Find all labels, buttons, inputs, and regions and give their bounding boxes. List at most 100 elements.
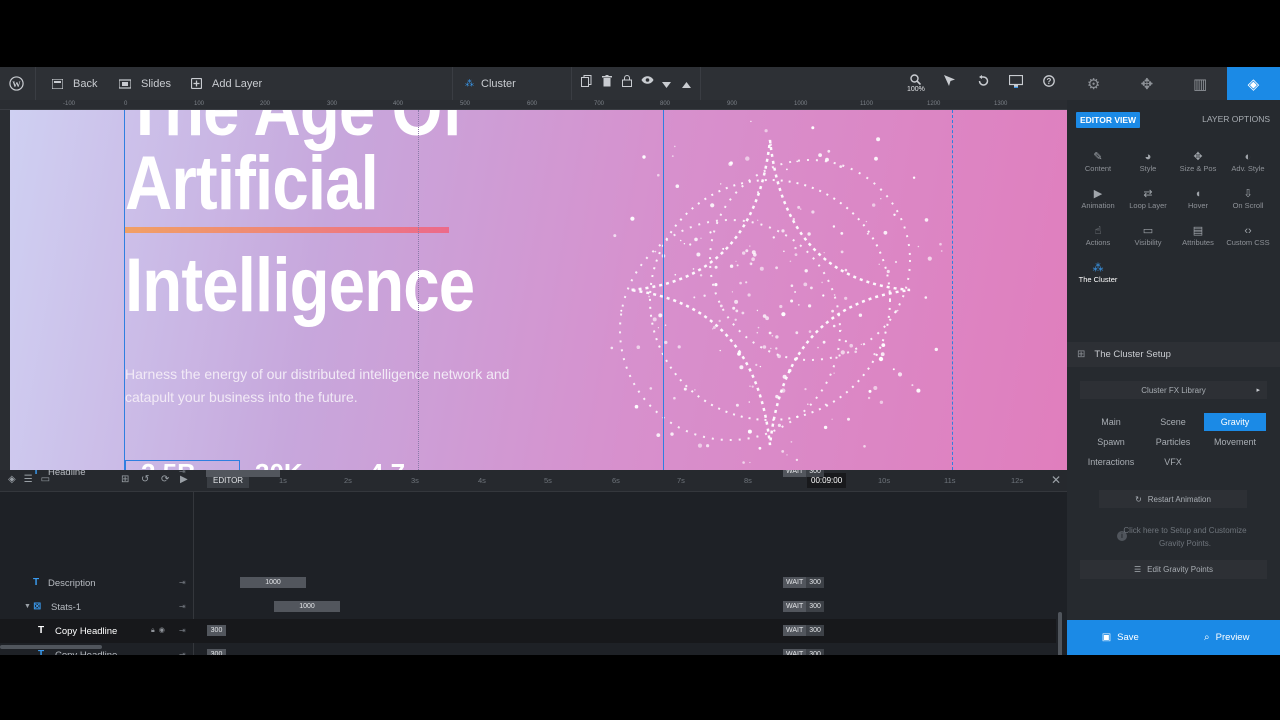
option-content[interactable]: ✎ Content — [1073, 150, 1123, 177]
chevron-down-icon[interactable]: ▼ — [24, 603, 31, 610]
duplicate-icon[interactable] — [581, 75, 597, 91]
visibility-eye-icon[interactable] — [641, 75, 657, 91]
preview-button[interactable]: ⌕ Preview — [1174, 620, 1280, 655]
slides-button[interactable]: Slides — [119, 67, 171, 100]
gravity-setup-hint[interactable]: Click here to Setup and Customize Gravit… — [1115, 524, 1255, 550]
ruler-label: 0 — [124, 101, 128, 107]
panel-header: EDITOR VIEW LAYER OPTIONS — [1067, 100, 1280, 138]
right-panel-tabs: ⚙ ✥ ▥ ◈ — [1067, 67, 1280, 100]
wait-bar[interactable]: WAIT 300 — [783, 601, 824, 612]
sub-tab-gravity[interactable]: Gravity — [1204, 413, 1266, 431]
wait-bar[interactable]: WAIT 300 — [783, 577, 824, 588]
restart-animation-button[interactable]: ↻ Restart Animation — [1099, 490, 1247, 508]
option-the-cluster[interactable]: ⁂ The Cluster — [1073, 261, 1123, 288]
jump-to-icon[interactable]: ⇥ — [179, 626, 186, 635]
ruler-label: 400 — [393, 101, 404, 107]
timeline-row[interactable]: T Description ⇥ 1000 WAIT 300 — [0, 571, 1056, 595]
option-actions[interactable]: ☝ Actions — [1073, 224, 1123, 251]
zoom-icon — [910, 74, 922, 85]
guide-line-grid-edge — [952, 110, 953, 470]
cluster-fx-library-button[interactable]: Cluster FX Library ▸ — [1080, 381, 1267, 399]
tab-navigation[interactable]: ✥ — [1120, 67, 1173, 100]
cluster-icon: ⁂ — [465, 78, 474, 88]
wordpress-logo-icon[interactable]: W — [9, 67, 24, 100]
timeline-panel: ◈ ☰ ▭ ⊞ ↺ ⟳ ▶ EDITOR 1s 2s 3s 4s 5s 6s 7s 8s 10s… — [0, 470, 1067, 655]
timeline-row[interactable]: T Copy Headline 🔒︎◉ ⇥ 300 WAIT 300 — [0, 619, 1056, 643]
sub-tab-scene[interactable]: Scene — [1142, 413, 1204, 431]
scroll-icon: ⇩ — [1243, 188, 1253, 200]
lock-icon[interactable] — [622, 75, 638, 91]
layer-name: Description — [48, 578, 96, 589]
sub-tab-movement[interactable]: Movement — [1204, 433, 1266, 451]
headline-line-2[interactable]: Artificial — [125, 146, 379, 222]
jump-to-icon[interactable]: ⇥ — [179, 650, 186, 655]
layer-name: Copy Headline — [55, 626, 118, 637]
option-grid: ✎ Content ◕ Style ✥ Size & Pos ◐ Adv. Style ▶ Ani… — [1073, 150, 1273, 288]
timeline-row[interactable]: T Copy Headline ⇥ 300 WAIT300 — [0, 643, 1056, 655]
animation-bar[interactable]: 1000 — [274, 601, 340, 612]
add-layer-button[interactable]: Add Layer — [191, 67, 262, 100]
desktop-device-icon[interactable] — [1008, 74, 1025, 91]
sub-tab-interactions[interactable]: Interactions — [1080, 453, 1142, 471]
option-size-pos[interactable]: ✥ Size & Pos — [1173, 150, 1223, 177]
sub-tab-vfx[interactable]: VFX — [1142, 453, 1204, 471]
sub-tab-main[interactable]: Main — [1080, 413, 1142, 431]
jump-to-icon[interactable]: ⇥ — [179, 578, 186, 587]
option-loop-layer[interactable]: ⇄ Loop Layer — [1123, 187, 1173, 214]
option-style[interactable]: ◕ Style — [1123, 150, 1173, 177]
grid-icon: ⊞ — [1077, 349, 1086, 360]
option-attributes[interactable]: ▤ Attributes — [1173, 224, 1223, 251]
cluster-setup-header[interactable]: ⊞ The Cluster Setup — [1067, 342, 1280, 367]
play-icon: ▶ — [1093, 188, 1103, 200]
ruler-label: 1300 — [994, 101, 1008, 107]
ruler-label: 1100 — [860, 101, 873, 107]
zoom-control[interactable]: 100% — [907, 67, 925, 100]
top-toolbar: W Back Slides Add Layer ⁂ Cluster 100% ? — [0, 67, 1067, 100]
headline-line-3[interactable]: Intelligence — [125, 248, 475, 324]
option-adv-style[interactable]: ◐ Adv. Style — [1223, 150, 1273, 177]
save-button[interactable]: ▣ Save — [1067, 620, 1174, 655]
layer-options-button[interactable]: LAYER OPTIONS — [1202, 114, 1270, 124]
lock-icon[interactable]: 🔒︎◉ — [151, 626, 169, 635]
timeline-vertical-scrollbar[interactable] — [1058, 612, 1062, 655]
timeline-horizontal-scrollbar[interactable] — [0, 645, 102, 649]
option-hover[interactable]: ◖ Hover — [1173, 187, 1223, 214]
chevron-down-icon[interactable] — [662, 79, 678, 95]
stat-2-value[interactable]: 30K — [255, 458, 303, 470]
slide-icon: ▥ — [1193, 75, 1208, 93]
wait-bar[interactable]: WAIT 300 — [783, 625, 824, 636]
animation-bar[interactable]: 1000 — [240, 577, 306, 588]
add-layer-icon — [191, 78, 202, 89]
sub-tab-spawn[interactable]: Spawn — [1080, 433, 1142, 451]
back-button[interactable]: Back — [52, 67, 97, 100]
gear-icon: ⚙ — [1086, 75, 1101, 93]
cursor-select-icon[interactable] — [944, 75, 960, 91]
tab-settings[interactable]: ⚙ — [1067, 67, 1120, 100]
monitor-icon: ▭ — [1142, 225, 1154, 237]
edit-gravity-points-button[interactable]: ☰ Edit Gravity Points — [1080, 560, 1267, 579]
ruler-label: 300 — [327, 101, 338, 107]
animation-bar[interactable]: 300 — [207, 625, 226, 636]
undo-icon[interactable] — [977, 75, 993, 91]
tab-layers[interactable]: ◈ — [1226, 67, 1280, 100]
help-icon[interactable]: ? — [1043, 75, 1059, 91]
delete-icon[interactable] — [602, 75, 618, 91]
timeline-row[interactable]: ▼ ⊠ Stats-1 ⇥ 1000 WAIT 300 — [0, 595, 1056, 619]
sub-tab-particles[interactable]: Particles — [1142, 433, 1204, 451]
option-custom-css[interactable]: ‹› Custom CSS — [1223, 224, 1273, 251]
chevron-up-icon[interactable] — [682, 79, 698, 95]
layer-name-field[interactable]: ⁂ Cluster — [465, 67, 516, 100]
animation-bar[interactable]: 300 — [207, 649, 226, 655]
option-on-scroll[interactable]: ⇩ On Scroll — [1223, 187, 1273, 214]
tab-slide[interactable]: ▥ — [1174, 67, 1227, 100]
slide-canvas[interactable]: The Age Of Artificial Intelligence Harne… — [10, 110, 1067, 470]
move-icon: ✥ — [1193, 151, 1203, 163]
option-animation[interactable]: ▶ Animation — [1073, 187, 1123, 214]
back-icon — [52, 78, 63, 89]
jump-to-icon[interactable]: ⇥ — [179, 602, 186, 611]
option-visibility[interactable]: ▭ Visibility — [1123, 224, 1173, 251]
description-text[interactable]: Harness the energy of our distributed in… — [125, 363, 525, 409]
wait-bar[interactable]: WAIT 300 — [783, 649, 824, 655]
editor-view-button[interactable]: EDITOR VIEW — [1076, 112, 1141, 128]
stat-3-value[interactable]: 4.7 — [369, 458, 405, 470]
